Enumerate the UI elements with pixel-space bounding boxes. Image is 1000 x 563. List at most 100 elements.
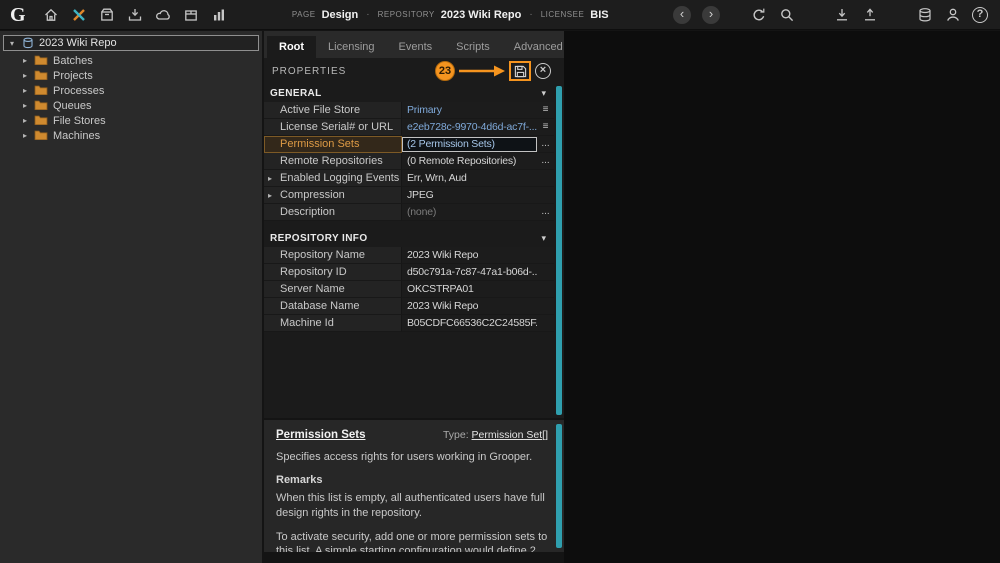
node-detail-panel: Root Licensing Events Scripts Advanced P… xyxy=(264,31,564,563)
home-icon[interactable] xyxy=(43,6,60,23)
property-label: License Serial# or URL xyxy=(264,119,402,136)
batches-icon[interactable] xyxy=(99,6,116,23)
property-label: Enabled Logging Events xyxy=(280,172,399,184)
tree-expander-icon[interactable]: ▸ xyxy=(21,101,29,110)
tree-item-label: Processes xyxy=(53,85,104,97)
stats-chart-icon[interactable] xyxy=(211,6,228,23)
property-label: Repository Name xyxy=(264,247,402,264)
properties-scrollbar[interactable] xyxy=(556,86,562,415)
page-label: PAGE xyxy=(292,10,316,19)
type-link[interactable]: Permission Set xyxy=(472,429,543,441)
section-title: REPOSITORY INFO xyxy=(270,233,368,244)
property-value[interactable]: (none) xyxy=(402,204,537,221)
row-action-none xyxy=(537,264,554,281)
upload-icon[interactable] xyxy=(861,6,878,23)
repository-icon xyxy=(21,37,34,50)
property-row-repository-id[interactable]: Repository ID d50c791a-7c87-47a1-b06d-..… xyxy=(264,264,554,281)
tree-expander-icon[interactable]: ▸ xyxy=(21,131,29,140)
design-tools-icon[interactable] xyxy=(71,6,88,23)
property-label: Compression xyxy=(280,189,345,201)
help-type: Type: Permission Set[] xyxy=(443,429,548,441)
grooper-logo[interactable]: G xyxy=(10,5,26,25)
dropdown-menu-icon[interactable]: ≡ xyxy=(537,102,554,119)
tab-root[interactable]: Root xyxy=(267,36,316,58)
property-row-repository-name[interactable]: Repository Name 2023 Wiki Repo xyxy=(264,247,554,264)
callout-step-badge: 23 xyxy=(435,61,455,81)
tree-root-node[interactable]: ▾ 2023 Wiki Repo xyxy=(3,35,259,51)
property-value[interactable]: Err, Wrn, Aud xyxy=(402,170,537,187)
property-row-compression[interactable]: ▸ Compression JPEG xyxy=(264,187,554,204)
remarks-paragraph: When this list is empty, all authenticat… xyxy=(276,491,548,521)
ellipsis-button[interactable]: ... xyxy=(537,153,554,170)
property-value: 2023 Wiki Repo xyxy=(402,298,537,315)
chevron-down-icon[interactable]: ▾ xyxy=(541,88,546,99)
help-description: Specifies access rights for users workin… xyxy=(276,450,548,465)
download-icon[interactable] xyxy=(833,6,850,23)
close-icon[interactable]: × xyxy=(535,63,551,79)
expand-icon[interactable]: ▸ xyxy=(268,191,272,200)
save-button[interactable] xyxy=(509,61,531,81)
property-row-enabled-logging-events[interactable]: ▸ Enabled Logging Events Err, Wrn, Aud xyxy=(264,170,554,187)
permission-sets-value-input[interactable]: (2 Permission Sets) xyxy=(402,137,537,152)
refresh-icon[interactable] xyxy=(750,6,767,23)
property-value[interactable]: JPEG xyxy=(402,187,537,204)
database-icon[interactable] xyxy=(916,6,933,23)
tab-licensing[interactable]: Licensing xyxy=(316,36,386,58)
row-action-none xyxy=(537,281,554,298)
property-value[interactable]: Primary xyxy=(402,102,537,119)
package-icon[interactable] xyxy=(183,6,200,23)
ellipsis-button[interactable]: ... xyxy=(537,136,554,153)
expand-icon[interactable]: ▸ xyxy=(268,174,272,183)
help-icon[interactable]: ? xyxy=(972,7,988,23)
type-suffix: [] xyxy=(542,429,548,441)
breadcrumb-separator: · xyxy=(529,9,532,20)
property-row-machine-id[interactable]: Machine Id B05CDFC66536C2C24585F... xyxy=(264,315,554,332)
section-repository-info[interactable]: REPOSITORY INFO ▾ xyxy=(264,229,554,247)
properties-header: PROPERTIES 23 × xyxy=(264,58,564,84)
topbar-right-icons: ‹ › xyxy=(673,6,1000,24)
dropdown-menu-icon[interactable]: ≡ xyxy=(537,119,554,136)
tab-scripts[interactable]: Scripts xyxy=(444,36,502,58)
property-row-description[interactable]: Description (none) ... xyxy=(264,204,554,221)
tab-events[interactable]: Events xyxy=(387,36,445,58)
detail-tabs: Root Licensing Events Scripts Advanced xyxy=(264,31,564,58)
property-value[interactable]: e2eb728c-9970-4d6d-ac7f-... xyxy=(402,119,537,136)
tree-expander-icon[interactable]: ▸ xyxy=(21,86,29,95)
property-row-license-serial[interactable]: License Serial# or URL e2eb728c-9970-4d6… xyxy=(264,119,554,136)
tree-expander-icon[interactable]: ▸ xyxy=(21,56,29,65)
tree-item-label: Queues xyxy=(53,100,92,112)
inbox-import-icon[interactable] xyxy=(127,6,144,23)
tree-root-label: 2023 Wiki Repo xyxy=(39,37,117,49)
page-value[interactable]: Design xyxy=(322,9,359,21)
help-scrollbar[interactable] xyxy=(556,424,562,548)
repository-value[interactable]: 2023 Wiki Repo xyxy=(441,9,522,21)
property-row-server-name[interactable]: Server Name OKCSTRPA01 xyxy=(264,281,554,298)
tree-item-label: Projects xyxy=(53,70,93,82)
property-row-permission-sets[interactable]: Permission Sets (2 Permission Sets) ... xyxy=(264,136,554,153)
grooper-design-window: G xyxy=(0,0,1000,563)
tree-expander-icon[interactable]: ▾ xyxy=(8,39,16,48)
forward-button[interactable]: › xyxy=(702,6,720,24)
property-help-panel: Permission Sets Type: Permission Set[] S… xyxy=(264,420,564,552)
section-general[interactable]: GENERAL ▾ xyxy=(264,84,554,102)
breadcrumb: PAGE Design · REPOSITORY 2023 Wiki Repo … xyxy=(292,9,609,21)
property-label: Permission Sets xyxy=(264,136,402,153)
search-icon[interactable] xyxy=(778,6,795,23)
tree-expander-icon[interactable]: ▸ xyxy=(21,71,29,80)
licensee-value: BIS xyxy=(590,9,608,21)
property-value[interactable]: (0 Remote Repositories) xyxy=(402,153,537,170)
property-row-database-name[interactable]: Database Name 2023 Wiki Repo xyxy=(264,298,554,315)
property-label: Database Name xyxy=(264,298,402,315)
property-row-active-file-store[interactable]: Active File Store Primary ≡ xyxy=(264,102,554,119)
user-icon[interactable] xyxy=(944,6,961,23)
property-label: Repository ID xyxy=(264,264,402,281)
sidebar-item-machines[interactable]: ▸ Machines xyxy=(0,128,262,143)
chevron-down-icon[interactable]: ▾ xyxy=(541,233,546,244)
cloud-icon[interactable] xyxy=(155,6,172,23)
property-row-remote-repositories[interactable]: Remote Repositories (0 Remote Repositori… xyxy=(264,153,554,170)
tree-expander-icon[interactable]: ▸ xyxy=(21,116,29,125)
ellipsis-button[interactable]: ... xyxy=(537,204,554,221)
back-button[interactable]: ‹ xyxy=(673,6,691,24)
workspace-empty-area xyxy=(564,31,1000,563)
topbar-left-icons: G xyxy=(0,5,228,25)
